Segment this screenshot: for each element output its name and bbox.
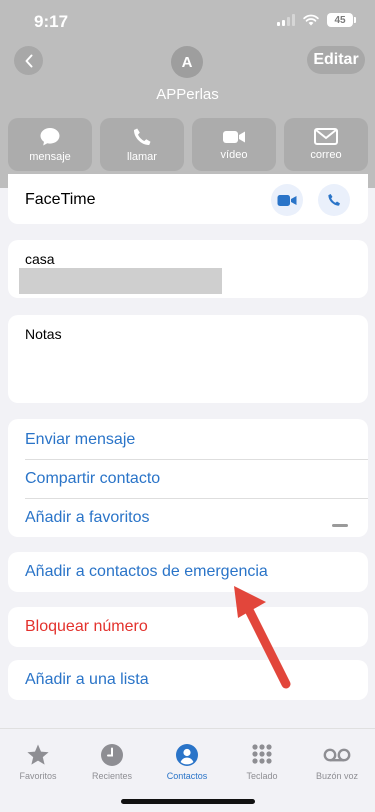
video-camera-icon <box>277 194 297 206</box>
keypad-icon <box>252 744 272 764</box>
star-icon <box>27 744 49 765</box>
message-bubble-icon <box>40 127 60 145</box>
tab-favorites[interactable]: Favoritos <box>3 743 73 781</box>
facetime-video-button[interactable] <box>271 184 303 216</box>
phone-icon <box>328 194 340 206</box>
add-to-list-card: Añadir a una lista <box>8 660 368 700</box>
tab-label: Contactos <box>166 771 208 781</box>
video-action-label: vídeo <box>220 148 248 161</box>
tab-label: Buzón voz <box>315 771 359 781</box>
tab-contacts[interactable]: Contactos <box>152 743 222 781</box>
cellular-signal-icon <box>277 14 295 26</box>
edit-button[interactable]: Editar <box>307 46 365 74</box>
tab-label: Teclado <box>246 771 278 781</box>
contact-actions-list: Enviar mensaje Compartir contacto Añadir… <box>8 419 368 537</box>
tab-label: Favoritos <box>19 771 57 781</box>
emergency-contact-card: Añadir a contactos de emergencia <box>8 552 368 592</box>
block-card: Bloquear número <box>8 607 368 647</box>
wifi-icon <box>303 14 319 26</box>
share-contact-link[interactable]: Compartir contacto <box>25 459 368 498</box>
redacted-phone-number <box>19 268 222 294</box>
voicemail-icon <box>323 748 351 762</box>
quick-actions: mensaje llamar vídeo correo <box>8 118 368 171</box>
message-action-label: mensaje <box>29 150 71 163</box>
home-indicator <box>121 799 255 804</box>
facetime-label: FaceTime <box>25 191 96 208</box>
avatar: A <box>171 46 203 78</box>
video-action-button[interactable]: vídeo <box>192 118 276 171</box>
notes-label: Notas <box>25 326 62 342</box>
block-number-link[interactable]: Bloquear número <box>25 607 148 647</box>
red-arrow-annotation <box>234 586 291 689</box>
add-to-favorites-link[interactable]: Añadir a favoritos <box>25 498 368 537</box>
tab-recents[interactable]: Recientes <box>77 743 147 781</box>
mail-action-button[interactable]: correo <box>284 118 368 171</box>
status-time: 9:17 <box>34 12 69 31</box>
message-action-button[interactable]: mensaje <box>8 118 92 171</box>
notes-card[interactable]: Notas <box>8 315 368 403</box>
clock-icon <box>101 744 123 766</box>
send-message-link[interactable]: Enviar mensaje <box>25 420 368 459</box>
contact-name: APPerlas <box>156 86 219 103</box>
mail-envelope-icon <box>314 128 338 145</box>
call-action-button[interactable]: llamar <box>100 118 184 171</box>
status-icons: 45 <box>277 13 356 27</box>
phone-number-card[interactable]: casa <box>8 240 368 298</box>
back-button[interactable] <box>14 46 43 75</box>
tab-voicemail[interactable]: Buzón voz <box>302 743 372 781</box>
add-to-list-link[interactable]: Añadir a una lista <box>25 660 149 700</box>
mail-action-label: correo <box>310 149 342 161</box>
contact-header: 9:17 45 Editar A APPerlas mensaje llamar… <box>0 0 375 188</box>
facetime-audio-button[interactable] <box>318 184 350 216</box>
person-circle-icon <box>176 744 198 766</box>
tab-keypad[interactable]: Teclado <box>227 743 297 781</box>
video-camera-icon <box>223 130 245 143</box>
facetime-card: FaceTime <box>8 174 368 224</box>
scroll-indicator <box>332 524 348 527</box>
chevron-left-icon <box>25 54 32 67</box>
battery-icon: 45 <box>327 13 356 27</box>
call-action-label: llamar <box>127 150 157 163</box>
phone-icon <box>133 128 151 145</box>
tab-label: Recientes <box>91 771 133 781</box>
phone-field-label: casa <box>25 251 55 267</box>
